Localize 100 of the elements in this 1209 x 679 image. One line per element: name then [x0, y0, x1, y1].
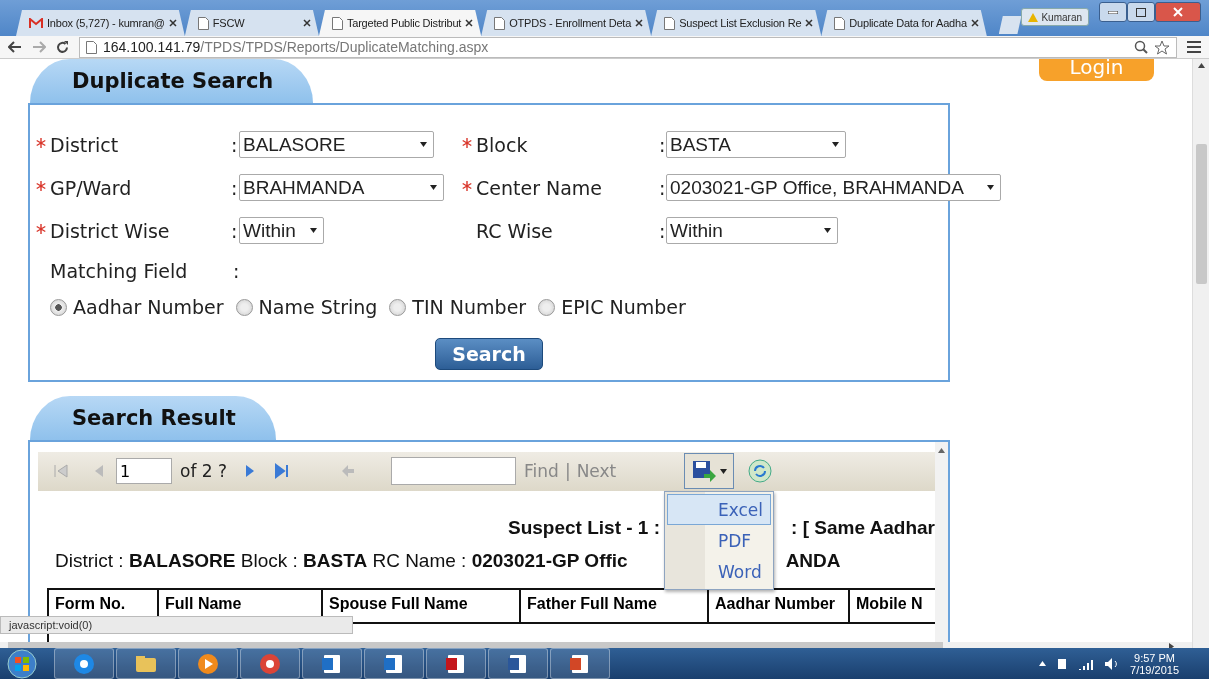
address-field[interactable]: 164.100.141.79/TPDS/TPDS/Reports/DuplicateMatching.aspx: [79, 36, 1177, 58]
caret-icon: [310, 228, 317, 233]
scroll-up-icon[interactable]: [1197, 63, 1205, 68]
report-filter: ANDA: [785, 549, 841, 572]
document-icon: [507, 652, 529, 675]
taskbar-button[interactable]: [364, 648, 424, 679]
page-icon: [834, 16, 846, 30]
dropdown[interactable]: Within: [666, 217, 838, 244]
find-field[interactable]: [391, 457, 517, 486]
browser-icon: [259, 652, 281, 675]
browser-tab[interactable]: Suspect List Exclusion Re: [651, 10, 822, 36]
reload-icon[interactable]: [56, 40, 69, 54]
minimize-button[interactable]: [1099, 2, 1127, 22]
radio-option[interactable]: Name String: [235, 296, 378, 318]
dropdown[interactable]: 0203021-GP Office, BRAHMANDA: [666, 174, 1001, 201]
close-icon[interactable]: [168, 19, 177, 27]
page-icon: [664, 16, 676, 30]
field-label: District Wise: [50, 219, 171, 242]
page-icon: [494, 16, 506, 30]
dropdown[interactable]: BRAHMANDA: [239, 174, 444, 201]
taskbar-button[interactable]: [550, 648, 610, 679]
search-button[interactable]: Search: [435, 338, 543, 370]
taskbar-button[interactable]: [488, 648, 548, 679]
separator: |: [564, 461, 571, 482]
colon: :: [659, 133, 666, 156]
taskbar-button[interactable]: [54, 648, 114, 679]
browser-icon: [73, 652, 95, 675]
report-title: : [ Same Aadhar: [791, 516, 935, 539]
dropdown[interactable]: BASTA: [666, 131, 846, 158]
back-icon[interactable]: [8, 41, 22, 53]
field-label: RC Wise: [476, 219, 554, 242]
colon: :: [231, 219, 239, 242]
taskbar-button[interactable]: [426, 648, 486, 679]
export-button[interactable]: [684, 453, 735, 490]
start-button[interactable]: [6, 648, 38, 679]
field-label: Center Name: [476, 176, 604, 199]
taskbar-button[interactable]: [240, 648, 300, 679]
browser-tab[interactable]: Duplicate Data for Aadha: [821, 10, 987, 36]
signal-icon[interactable]: [1078, 657, 1095, 670]
close-icon[interactable]: [635, 19, 644, 27]
close-icon[interactable]: [465, 19, 474, 27]
close-icon[interactable]: [970, 19, 979, 27]
page-field[interactable]: 1: [116, 458, 172, 485]
maximize-button[interactable]: [1127, 2, 1155, 22]
taskbar-button[interactable]: [302, 648, 362, 679]
browser-tab[interactable]: OTPDS - Enrollment Deta: [481, 10, 652, 36]
play-icon: [197, 652, 219, 675]
caret-icon: [824, 228, 831, 233]
save-icon: [691, 460, 716, 483]
taskbar-button[interactable]: [116, 648, 176, 679]
menu-icon[interactable]: [1187, 41, 1201, 53]
report-filter: District : BALASORE Block : BASTA RC Name : 0203021-GP Offic: [55, 549, 628, 572]
new-tab-button[interactable]: [998, 16, 1022, 34]
caret-icon: [420, 142, 427, 147]
zoom-icon[interactable]: [1134, 40, 1148, 54]
dropdown[interactable]: Within: [239, 217, 324, 244]
menu-item[interactable]: Word: [667, 556, 771, 587]
star-icon[interactable]: [1154, 39, 1170, 55]
dropdown[interactable]: BALASORE: [239, 131, 434, 158]
close-icon[interactable]: [805, 19, 814, 27]
menu-item[interactable]: Excel: [667, 494, 771, 525]
refresh-icon[interactable]: [748, 459, 773, 484]
document-icon: [445, 652, 467, 675]
warning-icon: [1028, 12, 1039, 22]
status-bubble: javascript:void(0): [0, 616, 354, 634]
browser-tab[interactable]: Targeted Public Distribut: [318, 10, 482, 36]
page-icon: [197, 16, 209, 30]
section-title: Duplicate Search: [30, 59, 314, 103]
colon: :: [231, 176, 239, 199]
field-label: District: [50, 133, 120, 156]
page-icon: [331, 16, 343, 30]
colon: :: [659, 219, 666, 242]
caret-icon: [719, 468, 727, 474]
close-icon: [1173, 7, 1183, 17]
colon: :: [659, 176, 666, 199]
profile-button[interactable]: Kumaran: [1021, 8, 1089, 26]
report-title: Suspect List - 1 :: [508, 516, 661, 539]
tray-arrow-icon[interactable]: [1039, 661, 1047, 666]
close-button[interactable]: [1155, 2, 1201, 22]
radio-option[interactable]: TIN Number: [389, 296, 527, 318]
colon: :: [231, 133, 239, 156]
minimize-icon: [1108, 10, 1118, 14]
close-icon[interactable]: [302, 19, 311, 27]
field-label: GP/Ward: [50, 176, 133, 199]
radio-option[interactable]: Aadhar Number: [50, 296, 224, 318]
tray-icon[interactable]: [1056, 656, 1069, 671]
field-label: Block: [476, 133, 529, 156]
slides-icon: [569, 652, 591, 675]
radio-option[interactable]: EPIC Number: [538, 296, 686, 318]
menu-item[interactable]: PDF: [667, 525, 771, 556]
scroll-up-icon[interactable]: [938, 448, 945, 453]
clock[interactable]: 9:57 PM 7/19/2015: [1130, 651, 1179, 676]
scrollbar-thumb[interactable]: [1195, 144, 1207, 284]
section-title: Search Result: [30, 396, 276, 440]
field-label: Matching Field: [50, 260, 189, 282]
browser-tab[interactable]: Inbox (5,727) - kumran@: [16, 10, 185, 36]
taskbar-button[interactable]: [178, 648, 238, 679]
caret-icon: [832, 142, 839, 147]
page-icon: [86, 40, 97, 54]
browser-tab[interactable]: FSCW: [184, 10, 319, 36]
